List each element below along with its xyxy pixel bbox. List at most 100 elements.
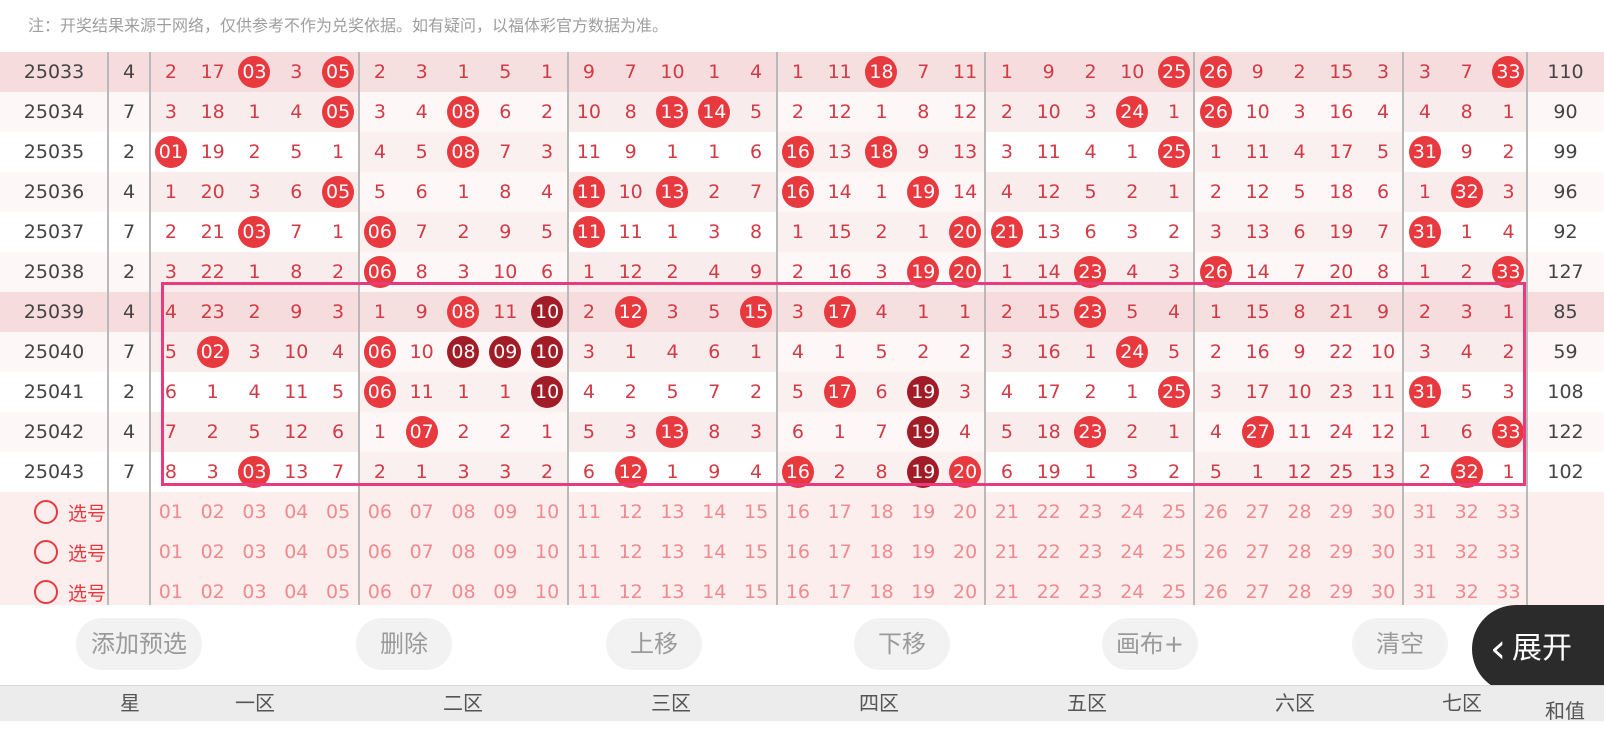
draw-row: 25041 2 6 1 4 11 5 06 11 1 1 10 4 2 5 7 2 5 17 6 19 3 4 17 2 1 25 3… bbox=[0, 372, 1604, 412]
select-number[interactable]: 10 bbox=[526, 532, 568, 572]
select-number[interactable]: 22 bbox=[1028, 532, 1070, 572]
number-cell: 11 bbox=[618, 221, 643, 243]
select-number[interactable]: 16 bbox=[777, 532, 819, 572]
select-number[interactable]: 21 bbox=[986, 532, 1028, 572]
number-cell: 32 bbox=[1446, 452, 1488, 492]
select-number[interactable]: 33 bbox=[1488, 532, 1530, 572]
move-down-button[interactable]: 下移 bbox=[854, 618, 950, 670]
select-number[interactable]: 29 bbox=[1320, 492, 1362, 532]
select-number[interactable]: 26 bbox=[1195, 532, 1237, 572]
select-number[interactable]: 21 bbox=[986, 492, 1028, 532]
select-number[interactable]: 05 bbox=[317, 532, 359, 572]
number-cell: 2 bbox=[457, 421, 470, 443]
select-number[interactable]: 07 bbox=[401, 532, 443, 572]
star-value: 4 bbox=[122, 301, 136, 323]
select-number[interactable]: 07 bbox=[401, 492, 443, 532]
select-number[interactable]: 22 bbox=[1028, 492, 1070, 532]
drawn-ball: 03 bbox=[238, 455, 271, 488]
drawn-ball: 27 bbox=[1241, 415, 1274, 448]
draw-row: 25035 2 01 19 2 5 1 4 5 08 7 3 11 9 1 1 6 16 13 18 9 13 3 11 4 1 2… bbox=[0, 132, 1604, 172]
select-number[interactable]: 32 bbox=[1446, 532, 1488, 572]
number-cell: 12 bbox=[610, 452, 652, 492]
select-number[interactable]: 09 bbox=[484, 492, 526, 532]
number-cell: 12 bbox=[284, 421, 309, 443]
select-number[interactable]: 25 bbox=[1153, 492, 1195, 532]
number-cell: 4 bbox=[1418, 101, 1431, 123]
select-number[interactable]: 27 bbox=[1237, 532, 1279, 572]
select-number[interactable]: 06 bbox=[359, 532, 401, 572]
number-cell: 5 bbox=[1126, 301, 1139, 323]
select-number[interactable]: 17 bbox=[819, 532, 861, 572]
select-number[interactable]: 08 bbox=[443, 532, 485, 572]
number-cell: 19 bbox=[902, 412, 944, 452]
radio-circle-icon[interactable] bbox=[34, 500, 58, 524]
select-toggle[interactable]: 选号 bbox=[34, 492, 106, 532]
select-number[interactable]: 20 bbox=[944, 492, 986, 532]
select-number[interactable]: 02 bbox=[192, 492, 234, 532]
select-number[interactable]: 04 bbox=[275, 492, 317, 532]
zone-3: 三区 bbox=[651, 691, 691, 715]
select-number[interactable]: 17 bbox=[819, 492, 861, 532]
select-number[interactable]: 11 bbox=[568, 492, 610, 532]
select-number[interactable]: 19 bbox=[902, 492, 944, 532]
expand-button[interactable]: ‹ 展开 bbox=[1472, 605, 1604, 693]
select-number[interactable]: 28 bbox=[1279, 532, 1321, 572]
canvas-plus-button[interactable]: 画布+ bbox=[1102, 618, 1198, 670]
select-number[interactable]: 03 bbox=[234, 492, 276, 532]
select-toggle[interactable]: 选号 bbox=[34, 532, 106, 572]
number-cell: 2 bbox=[1000, 301, 1013, 323]
select-number[interactable]: 23 bbox=[1070, 532, 1112, 572]
select-number[interactable]: 31 bbox=[1404, 532, 1446, 572]
select-number[interactable]: 31 bbox=[1404, 492, 1446, 532]
select-number[interactable]: 27 bbox=[1237, 492, 1279, 532]
number-cell: 5 bbox=[1209, 461, 1222, 483]
select-number[interactable]: 13 bbox=[652, 532, 694, 572]
select-number[interactable]: 19 bbox=[902, 532, 944, 572]
select-number[interactable]: 03 bbox=[234, 532, 276, 572]
number-cell: 20 bbox=[944, 252, 986, 292]
select-number[interactable]: 13 bbox=[652, 492, 694, 532]
add-preselect-button[interactable]: 添加预选 bbox=[76, 618, 202, 670]
select-number[interactable]: 20 bbox=[944, 532, 986, 572]
radio-circle-icon[interactable] bbox=[34, 540, 58, 564]
select-number[interactable]: 06 bbox=[359, 492, 401, 532]
number-cell: 5 bbox=[750, 101, 763, 123]
select-number[interactable]: 32 bbox=[1446, 492, 1488, 532]
drawn-ball: 20 bbox=[949, 255, 982, 288]
select-number[interactable]: 15 bbox=[735, 492, 777, 532]
select-number[interactable]: 05 bbox=[317, 492, 359, 532]
number-cell: 2 bbox=[708, 181, 721, 203]
radio-circle-icon[interactable] bbox=[34, 580, 58, 604]
number-cell: 2 bbox=[1168, 221, 1181, 243]
select-number[interactable]: 18 bbox=[861, 492, 903, 532]
number-cell: 7 bbox=[917, 61, 930, 83]
select-number[interactable]: 01 bbox=[150, 532, 192, 572]
select-number[interactable]: 18 bbox=[861, 532, 903, 572]
select-number[interactable]: 04 bbox=[275, 532, 317, 572]
select-number[interactable]: 28 bbox=[1279, 492, 1321, 532]
select-number[interactable]: 10 bbox=[526, 492, 568, 532]
select-number[interactable]: 12 bbox=[610, 492, 652, 532]
select-number[interactable]: 08 bbox=[443, 492, 485, 532]
select-number[interactable]: 02 bbox=[192, 532, 234, 572]
select-number[interactable]: 14 bbox=[693, 492, 735, 532]
select-number[interactable]: 01 bbox=[150, 492, 192, 532]
select-number[interactable]: 26 bbox=[1195, 492, 1237, 532]
select-number[interactable]: 12 bbox=[610, 532, 652, 572]
select-number[interactable]: 29 bbox=[1320, 532, 1362, 572]
select-number[interactable]: 16 bbox=[777, 492, 819, 532]
select-number[interactable]: 24 bbox=[1111, 492, 1153, 532]
select-number[interactable]: 24 bbox=[1111, 532, 1153, 572]
select-number[interactable]: 09 bbox=[484, 532, 526, 572]
select-number[interactable]: 30 bbox=[1362, 532, 1404, 572]
clear-button[interactable]: 清空 bbox=[1352, 618, 1448, 670]
select-number[interactable]: 33 bbox=[1488, 492, 1530, 532]
select-number[interactable]: 30 bbox=[1362, 492, 1404, 532]
delete-button[interactable]: 删除 bbox=[356, 618, 452, 670]
select-number[interactable]: 15 bbox=[735, 532, 777, 572]
select-number[interactable]: 23 bbox=[1070, 492, 1112, 532]
select-number[interactable]: 14 bbox=[693, 532, 735, 572]
select-number[interactable]: 11 bbox=[568, 532, 610, 572]
move-up-button[interactable]: 上移 bbox=[606, 618, 702, 670]
select-number[interactable]: 25 bbox=[1153, 532, 1195, 572]
